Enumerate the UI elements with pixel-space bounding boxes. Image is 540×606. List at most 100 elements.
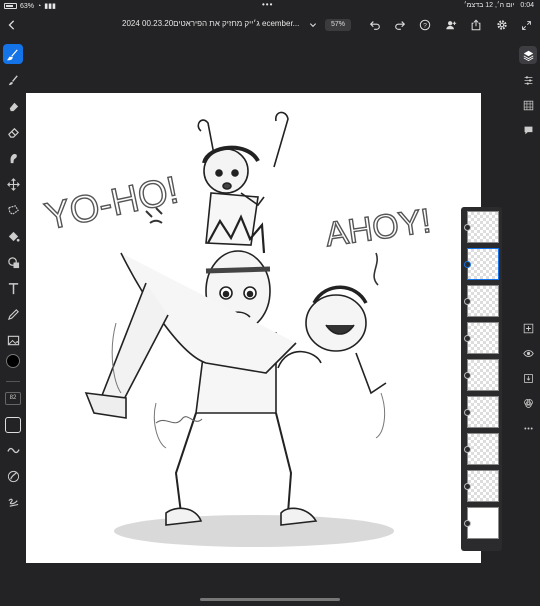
multitask-dots[interactable]: ••• — [262, 0, 273, 9]
tool-eraser-fill[interactable] — [3, 96, 23, 116]
ground-shadow — [114, 515, 394, 547]
redo-button[interactable] — [392, 17, 408, 33]
layer-visibility-dot[interactable] — [464, 298, 471, 305]
text-icon — [8, 282, 18, 294]
status-left: 63% ◔ ▮▮▮ — [4, 2, 56, 10]
help-button[interactable]: ? — [417, 17, 433, 33]
status-right: יום ה׳, 12 בדצמ׳ 0:04 — [464, 2, 534, 9]
eye-icon — [522, 349, 534, 357]
tool-smudge[interactable] — [3, 70, 23, 90]
layer-thumbnail-background[interactable] — [464, 507, 499, 539]
tool-eraser[interactable] — [3, 122, 23, 142]
adjustments-icon — [524, 75, 532, 85]
import-icon — [523, 373, 533, 383]
layer-visibility-dot[interactable] — [464, 446, 471, 453]
layer-thumbnail-selected[interactable] — [464, 248, 499, 280]
share-button[interactable] — [468, 17, 484, 33]
document-title[interactable]: ג׳ייק מחזיק את הפיראטים00.23.20 2024 ece… — [122, 19, 299, 28]
invite-user-icon — [446, 21, 457, 30]
blend-icon — [523, 398, 533, 408]
tool-fill[interactable] — [3, 226, 23, 246]
tool-eyedropper[interactable] — [3, 304, 23, 324]
home-indicator[interactable] — [200, 598, 340, 601]
layer-visibility-dot[interactable] — [464, 335, 471, 342]
title-dropdown-button[interactable] — [305, 17, 321, 33]
tool-rail: 82 — [0, 40, 26, 606]
smudge-icon — [8, 74, 18, 85]
top-toolbar: ג׳ייק מחזיק את הפיראטים00.23.20 2024 ece… — [0, 12, 540, 38]
battery-icon — [4, 3, 17, 9]
brush-icon — [6, 48, 18, 60]
wave-icon — [6, 447, 20, 453]
status-time: 0:04 — [520, 2, 534, 9]
tool-text[interactable] — [3, 278, 23, 298]
redo-icon — [395, 21, 406, 30]
tool-transform[interactable] — [3, 174, 23, 194]
layer-thumbnail[interactable] — [464, 211, 499, 243]
comments-button[interactable] — [519, 121, 537, 139]
layer-thumbnail[interactable] — [464, 285, 499, 317]
battery-percent: 63% — [20, 2, 35, 10]
layer-visibility-dot[interactable] — [464, 520, 471, 527]
wifi-icon: ◔ — [37, 2, 42, 10]
grid-button[interactable] — [519, 96, 537, 114]
layer-visibility-dot[interactable] — [464, 261, 471, 268]
add-layer-button[interactable] — [519, 319, 537, 337]
layer-thumbnail[interactable] — [464, 470, 499, 502]
back-button[interactable] — [4, 17, 20, 33]
add-icon — [523, 323, 533, 333]
fullscreen-button[interactable] — [518, 17, 534, 33]
layer-visibility-dot[interactable] — [464, 409, 471, 416]
middle-man-figure — [165, 214, 318, 526]
scribble-icon — [7, 498, 18, 507]
svg-text:?: ? — [423, 23, 427, 30]
layers-button[interactable] — [519, 46, 537, 64]
share-icon — [471, 19, 481, 31]
layer-visibility-dot[interactable] — [464, 483, 471, 490]
layer-thumbnail[interactable] — [464, 322, 499, 354]
layer-visibility-dot[interactable] — [464, 372, 471, 379]
layers-panel — [461, 207, 502, 551]
tool-liquify[interactable] — [3, 148, 23, 168]
layer-visibility-button[interactable] — [519, 344, 537, 362]
layer-thumbnail[interactable] — [464, 433, 499, 465]
tool-image[interactable] — [3, 330, 23, 350]
expand-icon — [521, 20, 531, 30]
chevron-left-icon — [8, 20, 15, 30]
artwork: YO-HO! AHOY! — [41, 111, 434, 547]
invite-button[interactable] — [443, 17, 459, 33]
fresco-app: 63% ◔ ▮▮▮ ••• יום ה׳, 12 בדצמ׳ 0:04 ג׳יי… — [0, 0, 540, 606]
import-button[interactable] — [519, 369, 537, 387]
layer-thumbnail[interactable] — [464, 396, 499, 428]
brush-size-value[interactable]: 82 — [5, 392, 21, 405]
layer-thumbnail[interactable] — [464, 359, 499, 391]
eraser-icon — [7, 127, 19, 138]
squiggle-mark-2 — [373, 252, 379, 286]
drawing-canvas[interactable]: YO-HO! AHOY! — [26, 93, 481, 563]
more-dots-icon — [523, 427, 533, 429]
eyedropper-icon — [7, 308, 19, 320]
zoom-level[interactable]: 57% — [325, 19, 351, 31]
tool-shape[interactable] — [3, 252, 23, 272]
properties-rail — [516, 40, 540, 606]
liquify-icon — [10, 153, 17, 163]
brush-opacity-control[interactable] — [5, 417, 21, 433]
layer-visibility-dot[interactable] — [464, 224, 471, 231]
brush-stroke-icon — [7, 470, 19, 482]
transform-icon — [6, 177, 20, 191]
comments-icon — [524, 126, 532, 134]
blend-mode-button[interactable] — [519, 394, 537, 412]
fill-icon — [8, 231, 20, 242]
brush-library-button[interactable] — [3, 466, 23, 486]
brush-settings-button[interactable] — [3, 440, 23, 460]
more-options-button[interactable] — [519, 419, 537, 437]
status-bar: 63% ◔ ▮▮▮ ••• יום ה׳, 12 בדצמ׳ 0:04 — [0, 0, 540, 12]
tool-brush[interactable] — [3, 44, 23, 64]
yo-ho-lettering: YO-HO! — [41, 169, 182, 238]
settings-button[interactable] — [494, 17, 510, 33]
adjustments-button[interactable] — [519, 71, 537, 89]
current-color-swatch[interactable] — [6, 354, 20, 368]
stroke-style-button[interactable] — [3, 492, 23, 512]
tool-lasso[interactable] — [3, 200, 23, 220]
undo-button[interactable] — [367, 17, 383, 33]
